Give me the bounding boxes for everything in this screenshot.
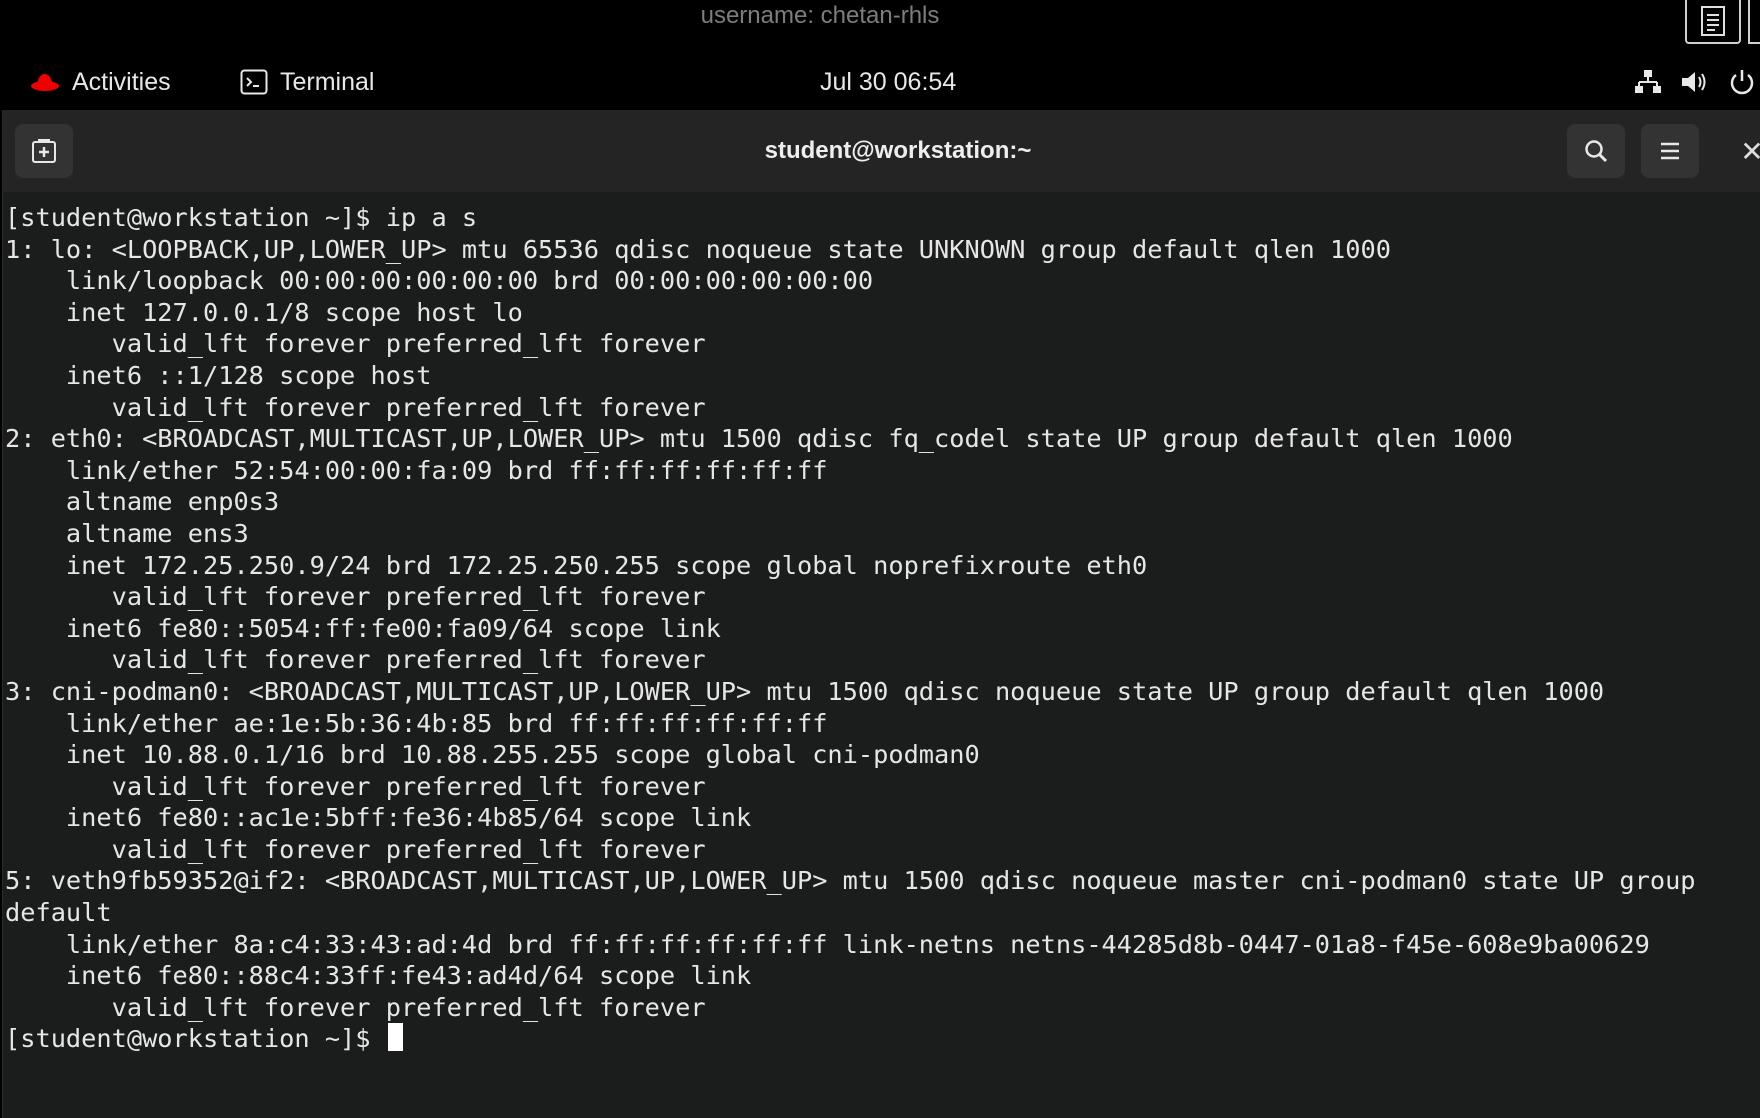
- terminal-line: inet 10.88.0.1/16 brd 10.88.255.255 scop…: [5, 740, 980, 770]
- clock[interactable]: Jul 30 06:54: [820, 64, 956, 100]
- session-edge-button[interactable]: [1748, 0, 1760, 44]
- terminal-line: 1: lo: <LOOPBACK,UP,LOWER_UP> mtu 65536 …: [5, 234, 1391, 264]
- terminal-prompt-line[interactable]: [student@workstation ~]$: [5, 1023, 1696, 1055]
- terminal-line: inet6 fe80::5054:ff:fe00:fa09/64 scope l…: [5, 613, 721, 643]
- terminal-line: inet 172.25.250.9/24 brd 172.25.250.255 …: [5, 550, 1148, 580]
- terminal-line: 2: eth0: <BROADCAST,MULTICAST,UP,LOWER_U…: [5, 424, 1513, 454]
- terminal-line: [student@workstation ~]$ ip a s: [5, 203, 478, 232]
- terminal-line: link/loopback 00:00:00:00:00:00 brd 00:0…: [5, 266, 874, 296]
- terminal-line: valid_lft forever preferred_lft forever: [5, 582, 706, 612]
- activities-label: Activities: [72, 67, 171, 96]
- terminal-line: valid_lft forever preferred_lft forever: [5, 771, 706, 801]
- network-icon: [1635, 70, 1661, 93]
- terminal-line: valid_lft forever preferred_lft forever: [5, 834, 706, 864]
- app-menu-label: Terminal: [280, 67, 375, 96]
- close-icon: ✕: [1740, 134, 1760, 168]
- terminal-app-icon: [240, 69, 268, 95]
- terminal-line: inet6 fe80::88c4:33ff:fe43:ad4d/64 scope…: [5, 961, 752, 991]
- activities-button[interactable]: Activities: [30, 64, 171, 100]
- session-username: username: chetan-rhls: [700, 2, 940, 29]
- terminal-line: valid_lft forever preferred_lft forever: [5, 392, 706, 422]
- terminal-line: inet6 ::1/128 scope host: [5, 360, 432, 390]
- terminal-line: link/ether ae:1e:5b:36:4b:85 brd ff:ff:f…: [5, 708, 828, 738]
- clipboard-document-icon[interactable]: [1685, 0, 1741, 44]
- terminal-line: valid_lft forever preferred_lft forever: [5, 992, 706, 1022]
- menu-button[interactable]: [1641, 124, 1699, 178]
- terminal-output-area[interactable]: [student@workstation ~]$ ip a s 1: lo: <L…: [3, 192, 1760, 1118]
- terminal-line: inet 127.0.0.1/8 scope host lo: [5, 297, 523, 327]
- terminal-line: altname enp0s3: [5, 487, 280, 517]
- search-button[interactable]: [1567, 124, 1625, 178]
- terminal-line: link/ether 52:54:00:00:fa:09 brd ff:ff:f…: [5, 455, 828, 485]
- terminal-line: default: [5, 898, 112, 928]
- terminal-text: [student@workstation ~]$ ip a s 1: lo: <L…: [5, 202, 1696, 1055]
- terminal-line: link/ether 8a:c4:33:43:ad:4d brd ff:ff:f…: [5, 929, 1650, 959]
- volume-icon: [1682, 72, 1706, 92]
- redhat-logo-icon: [31, 74, 59, 91]
- top-panel: Activities Terminal Jul 30 06:54: [0, 54, 1760, 110]
- window-headerbar[interactable]: student@workstation:~ ✕: [3, 110, 1760, 193]
- shell-prompt: [student@workstation ~]$: [5, 1024, 386, 1054]
- terminal-line: valid_lft forever preferred_lft forever: [5, 329, 706, 359]
- system-tray[interactable]: [1634, 66, 1756, 98]
- hamburger-menu-icon: [1661, 142, 1679, 160]
- close-button[interactable]: ✕: [1737, 130, 1760, 172]
- remote-session-bar: username: chetan-rhls: [0, 0, 1760, 54]
- terminal-line: 5: veth9fb59352@if2: <BROADCAST,MULTICAS…: [5, 866, 1696, 896]
- terminal-line: valid_lft forever preferred_lft forever: [5, 645, 706, 675]
- terminal-line: altname ens3: [5, 518, 249, 548]
- text-cursor: [387, 1023, 403, 1052]
- search-icon: [1585, 140, 1608, 163]
- terminal-line: 3: cni-podman0: <BROADCAST,MULTICAST,UP,…: [5, 676, 1605, 706]
- window-title: student@workstation:~: [764, 137, 1032, 164]
- app-menu-terminal[interactable]: Terminal: [240, 64, 374, 100]
- terminal-line: inet6 fe80::ac1e:5bff:fe36:4b85/64 scope…: [5, 803, 752, 833]
- power-icon: [1730, 70, 1754, 95]
- terminal-window: student@workstation:~ ✕ [student@worksta…: [2, 110, 1760, 1118]
